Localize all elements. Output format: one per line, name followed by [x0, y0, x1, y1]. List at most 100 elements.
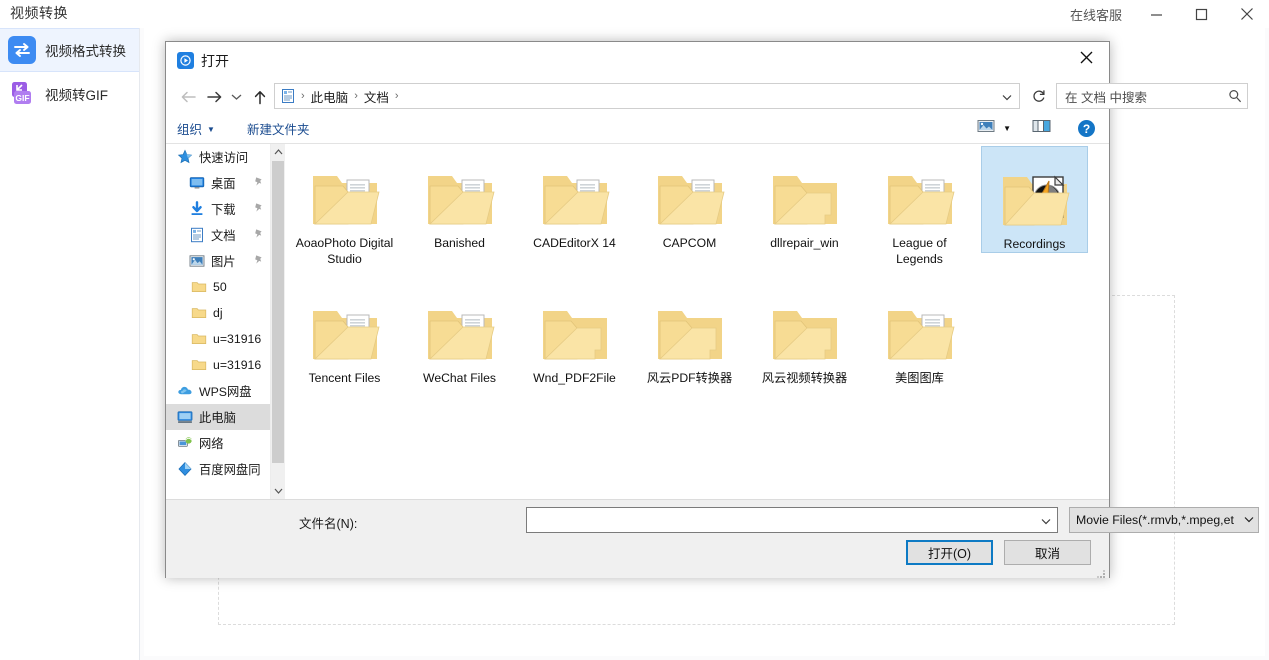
file-tile-label: 风云视频转换器	[761, 371, 848, 385]
organize-button[interactable]: 组织 ▼	[177, 114, 215, 143]
view-options-button[interactable]: ▼	[977, 114, 1011, 143]
breadcrumb-item-documents[interactable]: 文档	[361, 87, 392, 106]
recent-locations-chevron-down-icon[interactable]	[228, 84, 245, 110]
folder-empty-icon	[521, 285, 628, 367]
file-tile-label: Recordings	[1003, 237, 1066, 251]
breadcrumb-item-this-pc[interactable]: 此电脑	[308, 87, 352, 106]
tree-item-label: dj	[213, 306, 223, 320]
up-arrow-icon[interactable]	[248, 84, 272, 110]
dialog-footer: 文件名(N): Movie Files(*.rmvb,*.mpeg,et 打开(…	[166, 499, 1259, 578]
file-tile[interactable]: WeChat Files	[406, 281, 513, 386]
close-button[interactable]	[1224, 0, 1269, 28]
refresh-icon[interactable]	[1028, 83, 1050, 109]
file-tile[interactable]: 风云PDF转换器	[636, 281, 743, 386]
file-tile-label: League of Legends	[892, 236, 947, 266]
file-tile[interactable]: Tencent Files	[291, 281, 398, 386]
address-dropdown-icon[interactable]	[996, 85, 1018, 109]
online-support-button[interactable]: 在线客服	[1058, 0, 1134, 28]
file-tile[interactable]: Recordings	[981, 146, 1088, 253]
tree-item-0[interactable]: 快速访问	[166, 144, 270, 170]
sidebar-item-video-to-gif[interactable]: GIF 视频转GIF	[0, 72, 139, 116]
file-tile[interactable]: CAPCOM	[636, 146, 743, 251]
tree-item-3[interactable]: 文档	[166, 222, 270, 248]
filename-dropdown-icon[interactable]	[1036, 509, 1056, 533]
tree-item-1[interactable]: 桌面	[166, 170, 270, 196]
scroll-down-icon[interactable]	[271, 483, 285, 499]
file-tile[interactable]: 风云视频转换器	[751, 281, 858, 386]
pin-icon[interactable]	[253, 228, 264, 242]
dialog-close-icon[interactable]	[1063, 42, 1109, 73]
tree-item-8[interactable]: u=31916	[166, 352, 270, 378]
cancel-button[interactable]: 取消	[1004, 540, 1091, 565]
new-folder-button[interactable]: 新建文件夹	[247, 114, 310, 143]
back-arrow-icon[interactable]	[176, 84, 200, 110]
resize-grip[interactable]	[1096, 566, 1106, 578]
navigation-tree: 快速访问 桌面 下载 文档 图片 50 dj u=31916 u=31916 WPS网盘 此电脑 网络…	[166, 144, 270, 499]
file-tile[interactable]: AoaoPhoto Digital Studio	[291, 146, 398, 267]
folder-with-files-icon	[521, 150, 628, 232]
file-tile-label: CAPCOM	[662, 236, 717, 250]
folder-with-files-icon	[291, 285, 398, 367]
tree-item-4[interactable]: 图片	[166, 248, 270, 274]
gif-icon: GIF	[8, 80, 36, 108]
file-tile-label: Tencent Files	[308, 371, 381, 385]
maximize-button[interactable]	[1179, 0, 1224, 28]
minimize-button[interactable]	[1134, 0, 1179, 28]
address-bar[interactable]: › 此电脑 › 文档 ›	[274, 83, 1020, 109]
forward-arrow-icon[interactable]	[202, 84, 226, 110]
tree-item-5[interactable]: 50	[166, 274, 270, 300]
file-type-filter-select[interactable]: Movie Files(*.rmvb,*.mpeg,et	[1069, 507, 1259, 533]
tree-item-6[interactable]: dj	[166, 300, 270, 326]
tree-item-7[interactable]: u=31916	[166, 326, 270, 352]
pin-icon[interactable]	[253, 202, 264, 216]
scroll-up-icon[interactable]	[271, 144, 285, 160]
tree-item-label: 下载	[211, 203, 236, 217]
pin-icon[interactable]	[253, 254, 264, 268]
dialog-titlebar: 打开	[166, 42, 1109, 79]
star-icon	[176, 149, 194, 165]
tree-item-2[interactable]: 下载	[166, 196, 270, 222]
tree-item-label: 图片	[211, 255, 236, 269]
search-input[interactable]: 在 文档 中搜索	[1056, 83, 1248, 109]
pin-icon[interactable]	[253, 176, 264, 190]
tree-item-12[interactable]: 百度网盘同	[166, 456, 270, 482]
tree-item-10[interactable]: 此电脑	[166, 404, 270, 430]
download-icon	[188, 201, 206, 217]
file-tile[interactable]: 美图图库	[866, 281, 973, 386]
pictures-icon	[188, 253, 206, 269]
file-tile[interactable]: Banished	[406, 146, 513, 251]
tree-item-label: 文档	[211, 229, 236, 243]
file-tile[interactable]: CADEditorX 14	[521, 146, 628, 251]
tree-item-label: 快速访问	[199, 151, 249, 165]
baidu-netdisk-icon	[176, 461, 194, 477]
search-icon	[1223, 89, 1247, 103]
sidebar-item-label: 视频转GIF	[45, 88, 108, 103]
chevron-down-icon: ▼	[207, 125, 215, 134]
tree-item-11[interactable]: 网络	[166, 430, 270, 456]
computer-icon	[176, 409, 194, 425]
filename-input[interactable]	[526, 507, 1058, 533]
chevron-down-icon	[1240, 515, 1258, 526]
file-tile-label: WeChat Files	[423, 371, 496, 385]
file-tile-label: Wnd_PDF2File	[533, 371, 616, 385]
media-player-icon	[177, 52, 194, 69]
breadcrumb-separator: ›	[301, 90, 305, 102]
tree-item-9[interactable]: WPS网盘	[166, 378, 270, 404]
file-tile[interactable]: dllrepair_win	[751, 146, 858, 251]
sidebar: 视频格式转换 GIF 视频转GIF	[0, 28, 140, 660]
open-button[interactable]: 打开(O)	[906, 540, 993, 565]
help-icon: ?	[1078, 120, 1095, 137]
tree-item-label: u=31916	[213, 332, 262, 346]
app-window: 视频转换 在线客服 视频格式转换 GIF 视频转GIF 打开 › 此电脑 › 文…	[0, 0, 1269, 660]
preview-pane-button[interactable]	[1032, 114, 1051, 143]
file-tile[interactable]: Wnd_PDF2File	[521, 281, 628, 386]
help-button[interactable]: ?	[1078, 114, 1095, 143]
folder-media-icon	[982, 151, 1087, 233]
tree-scrollbar[interactable]	[270, 144, 285, 499]
swap-arrows-icon	[8, 36, 36, 64]
sidebar-item-video-format-convert[interactable]: 视频格式转换	[0, 28, 139, 72]
file-list[interactable]: AoaoPhoto Digital Studio Banished CADEdito…	[285, 144, 1109, 499]
scrollbar-thumb[interactable]	[272, 161, 284, 463]
file-tile[interactable]: League of Legends	[866, 146, 973, 267]
file-tile-label: 美图图库	[895, 371, 944, 385]
